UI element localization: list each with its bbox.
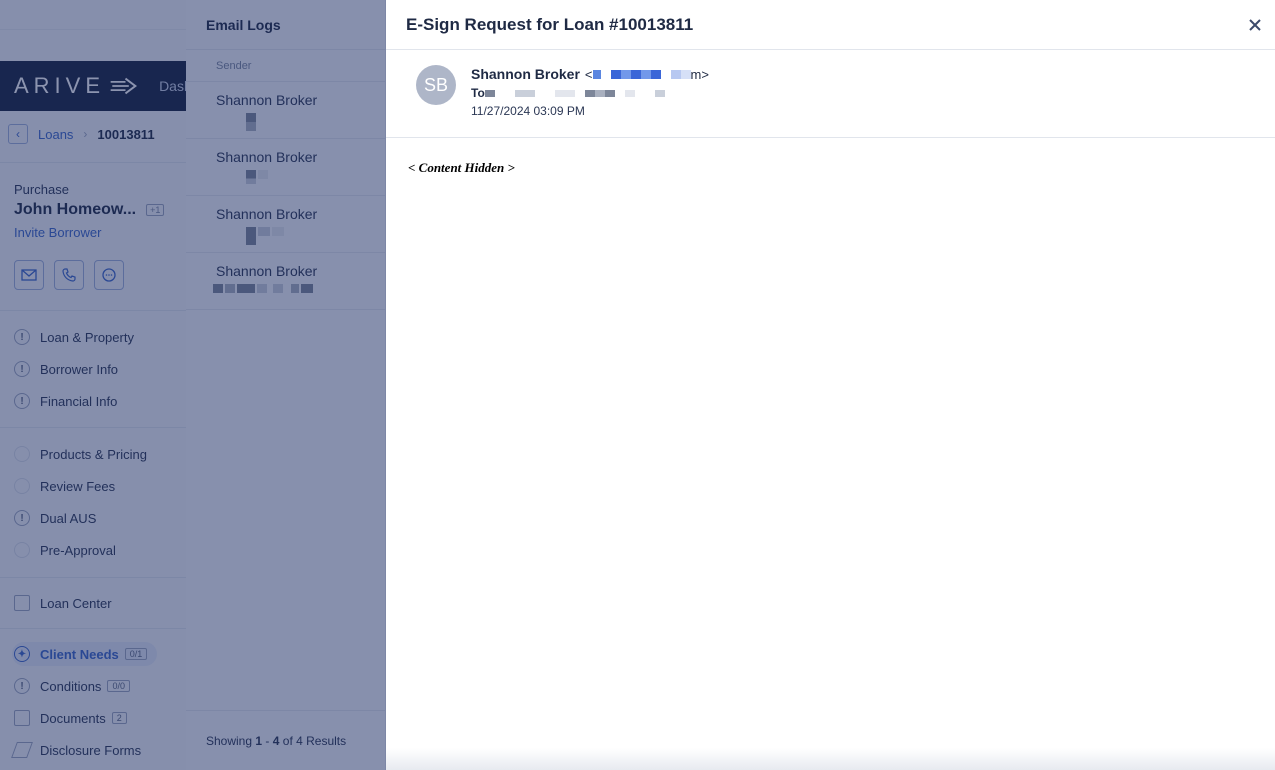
from-line: Shannon Broker < m>	[471, 66, 709, 82]
avatar: SB	[416, 65, 456, 105]
to-line: To	[471, 86, 665, 100]
to-label: To	[471, 86, 485, 100]
email-detail-panel: E-Sign Request for Loan #10013811 SB Sha…	[386, 0, 1275, 770]
from-name: Shannon Broker	[471, 66, 580, 82]
logs-backdrop	[186, 0, 386, 770]
modal-backdrop[interactable]	[0, 0, 186, 770]
email-detail-header: E-Sign Request for Loan #10013811	[386, 0, 1275, 50]
from-open-bracket: <	[584, 66, 593, 82]
email-meta: SB Shannon Broker < m> To 11/27/2024 03:…	[386, 50, 1275, 138]
email-date: 11/27/2024 03:09 PM	[471, 104, 585, 118]
from-close-bracket: m>	[690, 66, 709, 82]
bottom-shadow	[386, 748, 1275, 770]
email-subject: E-Sign Request for Loan #10013811	[406, 14, 694, 34]
close-icon	[1249, 18, 1261, 31]
close-button[interactable]	[1243, 13, 1267, 37]
email-body: < Content Hidden >	[408, 160, 515, 175]
redacted-recipients	[484, 89, 665, 97]
redacted-sender-email	[592, 69, 691, 79]
